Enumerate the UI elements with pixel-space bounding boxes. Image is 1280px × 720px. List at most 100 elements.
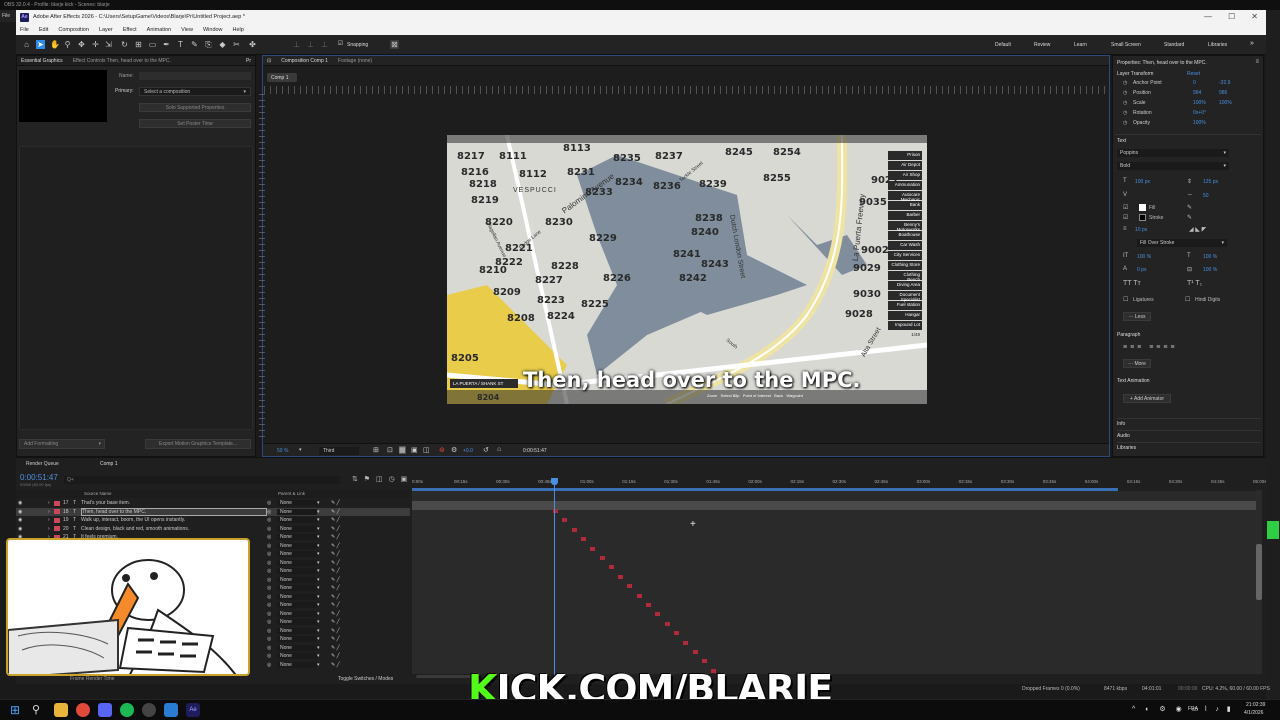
layer-switches[interactable]: ✎ ╱ <box>325 560 365 566</box>
transparency-icon[interactable]: ▦ <box>399 446 406 454</box>
info-panel-tab[interactable]: Info <box>1117 418 1261 427</box>
chevron-down-icon[interactable]: ▾ <box>317 619 325 625</box>
tab-comp-1[interactable]: Comp 1 <box>100 461 118 467</box>
pickwhip-icon[interactable]: ◎ <box>267 500 277 506</box>
home-icon[interactable]: ⌂ <box>22 40 31 49</box>
keyframe-marker[interactable] <box>664 621 670 626</box>
chevron-down-icon[interactable]: ▾ <box>317 500 325 506</box>
keyframe-marker[interactable] <box>627 584 633 589</box>
eraser-tool-icon[interactable]: ◆ <box>218 40 227 49</box>
layer-name[interactable]: Then, head over to the MPC. <box>81 507 267 516</box>
clock-date[interactable]: 4/1/2026 <box>1244 710 1263 716</box>
leading-value[interactable]: 125 px <box>1203 179 1218 185</box>
channels-icon[interactable]: ⊛ <box>439 446 445 454</box>
brush-tool-icon[interactable]: ✎ <box>190 40 199 49</box>
layer-switches[interactable]: ✎ ╱ <box>325 534 365 540</box>
tab-effect-controls[interactable]: Effect Controls Then, head over to the M… <box>73 58 171 64</box>
layer-switches[interactable]: ✎ ╱ <box>325 594 365 600</box>
reset-transform-link[interactable]: Reset <box>1187 71 1200 77</box>
zoom-slider[interactable] <box>416 675 476 678</box>
parent-select[interactable]: None <box>277 610 317 617</box>
pickwhip-icon[interactable]: ◎ <box>267 611 277 617</box>
chrome-icon[interactable] <box>76 703 90 717</box>
close-button[interactable]: ✕ <box>1251 12 1258 21</box>
stroke-swatch[interactable] <box>1139 214 1146 221</box>
parent-select[interactable]: None <box>277 644 317 651</box>
pickwhip-icon[interactable]: ◎ <box>267 551 277 557</box>
stopwatch-icon[interactable]: ◷ <box>1123 80 1133 90</box>
zoom-tool-icon[interactable]: ⚲ <box>63 40 72 49</box>
parent-select[interactable]: None <box>277 636 317 643</box>
pan-tool-icon[interactable]: ✛ <box>91 40 100 49</box>
file-explorer-icon[interactable] <box>54 703 68 717</box>
layer-switches[interactable]: ✎ ╱ <box>325 628 365 634</box>
set-poster-time-button[interactable]: Set Poster Time <box>139 119 251 128</box>
chevron-down-icon[interactable]: ▾ <box>317 568 325 574</box>
snap-options-icon[interactable]: ⊠ <box>390 40 399 49</box>
chevron-down-icon[interactable]: ▾ <box>317 602 325 608</box>
parent-select[interactable]: None <box>277 508 317 515</box>
layer-name[interactable]: Clean design, black and red, smooth anim… <box>81 526 267 532</box>
stopwatch-icon[interactable]: ◷ <box>1123 100 1133 110</box>
parent-select[interactable]: None <box>277 576 317 583</box>
text-tool-icon[interactable]: T <box>176 40 185 49</box>
layer-switches[interactable]: ✎ ╱ <box>325 585 365 591</box>
chevron-down-icon[interactable]: ▾ <box>317 636 325 642</box>
keyframe-marker[interactable] <box>599 556 605 560</box>
font-family-select[interactable]: Poppins ▾ <box>1117 149 1229 157</box>
line-join-icon[interactable]: ◢ ◣ ◤ <box>1189 226 1206 233</box>
playhead-handle[interactable] <box>551 478 558 485</box>
workspace-libraries[interactable]: Libraries <box>1208 42 1227 48</box>
superscript-icons[interactable]: T¹ T₁ <box>1187 280 1202 287</box>
keyframe-marker[interactable] <box>692 650 698 654</box>
parent-select[interactable]: None <box>277 500 317 507</box>
fill-swatch[interactable] <box>1139 204 1146 211</box>
resolution-select[interactable]: Third <box>319 447 359 455</box>
pickwhip-icon[interactable]: ◎ <box>267 619 277 625</box>
font-size-value[interactable]: 100 px <box>1135 179 1150 185</box>
pickwhip-icon[interactable]: ◎ <box>267 594 277 600</box>
paragraph-align-icons[interactable]: ≡≡≡ ≡≡≡≡ <box>1123 344 1178 351</box>
chevron-down-icon[interactable]: ▾ <box>317 526 325 532</box>
keyframe-marker[interactable] <box>608 565 614 570</box>
hand-tool-icon[interactable]: ✋ <box>50 40 60 49</box>
reset-exposure-icon[interactable]: ↺ <box>483 446 489 454</box>
stroke-mode-select[interactable]: Fill Over Stroke ▾ <box>1137 239 1227 247</box>
axis-view-icon[interactable]: ⊥ <box>320 40 329 49</box>
puppet-tool-icon[interactable]: ✤ <box>248 40 257 49</box>
layer-switches[interactable]: ✎ ╱ <box>325 602 365 608</box>
parent-select[interactable]: None <box>277 653 317 660</box>
primary-composition-select[interactable]: Select a composition ▾ <box>139 87 251 96</box>
layer-row[interactable]: ◉ › 19 T Walk up, interact, boom, the UI ope… <box>16 516 410 525</box>
layer-switches[interactable]: ✎ ╱ <box>325 543 365 549</box>
parent-select[interactable]: None <box>277 525 317 532</box>
workspace-default[interactable]: Default <box>995 42 1011 48</box>
menu-layer[interactable]: Layer <box>99 27 113 33</box>
visibility-eye-icon[interactable]: ◉ <box>16 500 28 506</box>
tab-pr[interactable]: Pr <box>246 58 251 64</box>
less-button[interactable]: ··· Less <box>1123 312 1151 321</box>
windows-start-icon[interactable]: ⊞ <box>10 703 24 717</box>
eyedropper-icon[interactable]: ✎ <box>1187 214 1192 221</box>
parent-select[interactable]: None <box>277 551 317 558</box>
chevron-down-icon[interactable]: ▾ <box>317 517 325 523</box>
snapshot-icon[interactable]: ⌂ <box>497 446 501 453</box>
maximize-button[interactable]: ☐ <box>1228 12 1235 21</box>
spotify-icon[interactable] <box>120 703 134 717</box>
workspace-standard[interactable]: Standard <box>1164 42 1184 48</box>
visibility-eye-icon[interactable]: ◉ <box>16 517 28 523</box>
keyframe-marker[interactable] <box>701 659 707 664</box>
layer-switches[interactable]: ✎ ╱ <box>325 509 365 515</box>
layer-switches[interactable]: ✎ ╱ <box>325 611 365 617</box>
hindi-digits-checkbox[interactable]: ☐ <box>1185 296 1190 303</box>
language-indicator[interactable]: FRA <box>1188 706 1198 712</box>
stroke-width-value[interactable]: 10 px <box>1135 227 1147 233</box>
chevron-down-icon[interactable]: ▾ <box>317 662 325 668</box>
parent-select[interactable]: None <box>277 568 317 575</box>
pickwhip-icon[interactable]: ◎ <box>267 653 277 659</box>
keyframe-marker[interactable] <box>655 612 661 617</box>
playhead-line[interactable] <box>554 480 555 676</box>
menu-effect[interactable]: Effect <box>123 27 137 33</box>
workspace-learn[interactable]: Learn <box>1074 42 1087 48</box>
clock-time[interactable]: 21:02:39 <box>1246 702 1265 708</box>
